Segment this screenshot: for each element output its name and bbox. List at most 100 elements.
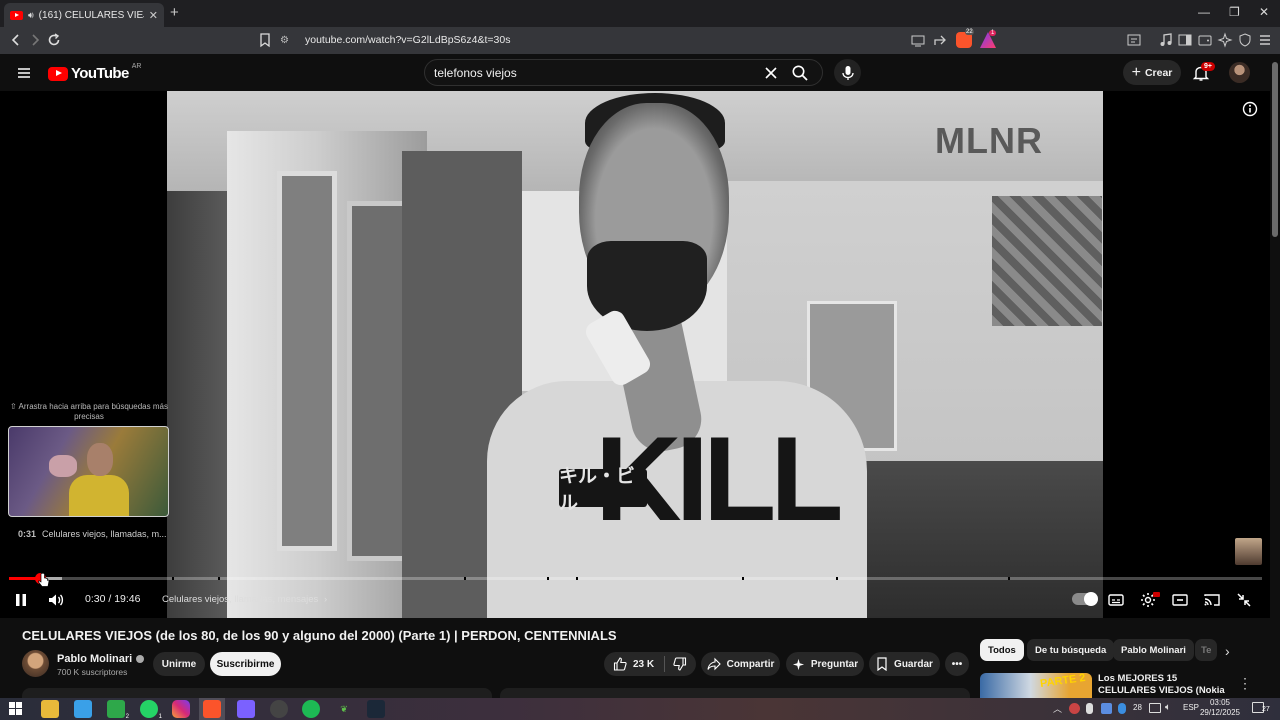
youtube-favicon-icon bbox=[10, 10, 23, 20]
chips-next-arrow-icon[interactable]: › bbox=[1225, 643, 1230, 659]
join-button[interactable]: Unirme bbox=[153, 652, 205, 676]
chapter-marker bbox=[172, 577, 174, 580]
create-button[interactable]: + Crear bbox=[1123, 60, 1181, 85]
dislike-icon[interactable] bbox=[673, 657, 687, 671]
media-icon[interactable] bbox=[1158, 32, 1174, 48]
tab-close-icon[interactable]: ✕ bbox=[149, 9, 158, 22]
time-total: 19:46 bbox=[114, 593, 141, 605]
more-actions-button[interactable]: ••• bbox=[945, 652, 969, 676]
clear-search-icon[interactable] bbox=[763, 65, 779, 81]
chip-from-search[interactable]: De tu búsqueda bbox=[1027, 639, 1115, 661]
account-avatar[interactable] bbox=[1229, 62, 1250, 83]
channel-avatar[interactable] bbox=[22, 650, 49, 677]
share-page-icon[interactable] bbox=[932, 32, 948, 48]
browser-tab-youtube[interactable]: 🔊︎ (161) CELULARES VIEJOS (de ✕ bbox=[4, 3, 164, 27]
gaming-app-icon[interactable] bbox=[237, 700, 255, 718]
reload-icon[interactable] bbox=[46, 32, 62, 48]
like-icon[interactable] bbox=[613, 657, 627, 671]
tray-steam-icon[interactable] bbox=[1101, 703, 1112, 714]
ask-button[interactable]: Preguntar bbox=[786, 652, 864, 676]
hamburger-menu-icon[interactable] bbox=[16, 65, 32, 81]
network-icon[interactable] bbox=[1149, 703, 1161, 713]
video-frame[interactable]: KILL キル・ビル bbox=[167, 91, 1103, 618]
search-input[interactable] bbox=[434, 65, 754, 81]
tray-mic-icon[interactable] bbox=[1086, 703, 1093, 714]
verified-badge-icon bbox=[136, 655, 145, 663]
clock-time: 03:05 bbox=[1209, 698, 1231, 707]
tray-expand-icon[interactable]: ︿ bbox=[1053, 702, 1062, 715]
recommendation-thumb-text: PARTE 2 bbox=[1039, 671, 1087, 691]
channel-name-link[interactable]: Pablo Molinari bbox=[57, 653, 145, 665]
close-window-button[interactable]: ✕ bbox=[1259, 5, 1269, 19]
chapter-arrow-icon: › bbox=[323, 594, 328, 605]
youtube-logo[interactable]: YouTube AR bbox=[48, 63, 141, 82]
subscribe-button[interactable]: Suscribirme bbox=[210, 652, 281, 676]
leaf-app-icon[interactable]: ❦ bbox=[335, 700, 353, 718]
channel-endcard-avatar[interactable] bbox=[1235, 538, 1262, 565]
bluetooth-icon[interactable] bbox=[1118, 703, 1126, 714]
cast-tab-icon[interactable] bbox=[910, 32, 926, 48]
chapter-title-button[interactable]: Celulares viejos, llamadas, mensajes › bbox=[162, 594, 327, 605]
spotify-icon[interactable] bbox=[302, 700, 320, 718]
wallet-icon[interactable] bbox=[1197, 32, 1213, 48]
back-icon[interactable] bbox=[8, 32, 24, 48]
speaker-icon[interactable]: 🔊︎ bbox=[28, 10, 34, 21]
obs-icon[interactable] bbox=[270, 700, 288, 718]
leo-ai-icon[interactable] bbox=[1217, 32, 1233, 48]
site-settings-icon[interactable]: ⚙︎ bbox=[280, 35, 294, 46]
chip-channel[interactable]: Pablo Molinari bbox=[1113, 639, 1194, 661]
new-tab-button[interactable]: + bbox=[170, 4, 179, 21]
system-clock[interactable]: 03:05 29/12/2025 bbox=[1196, 698, 1244, 718]
bookmark-icon[interactable] bbox=[257, 32, 273, 48]
store-icon[interactable] bbox=[74, 700, 92, 718]
subtitles-icon[interactable] bbox=[1107, 591, 1125, 609]
instagram-icon[interactable] bbox=[172, 700, 190, 718]
like-count[interactable]: 23 K bbox=[633, 659, 654, 670]
chip-truncated[interactable]: Te bbox=[1195, 639, 1217, 661]
scrollbar-thumb[interactable] bbox=[1272, 62, 1278, 237]
vpn-shield-icon[interactable] bbox=[1237, 32, 1253, 48]
pause-icon[interactable] bbox=[12, 591, 30, 609]
chapter-marker bbox=[547, 577, 549, 580]
progress-bar[interactable] bbox=[9, 577, 1262, 580]
time-current: 0:30 bbox=[85, 593, 106, 605]
minimize-button[interactable]: — bbox=[1198, 5, 1210, 19]
speaker-tray-icon[interactable]: 🔈︎ bbox=[1165, 702, 1171, 713]
chapter-marker bbox=[742, 577, 744, 580]
volume-icon[interactable] bbox=[47, 591, 65, 609]
description-panel[interactable] bbox=[22, 688, 492, 698]
brave-taskbar-icon[interactable] bbox=[203, 700, 221, 718]
xbox-icon[interactable]: 2 bbox=[107, 700, 129, 720]
recommendation-title[interactable]: Los MEJORES 15 CELULARES VIEJOS (Nokia 1… bbox=[1098, 673, 1226, 698]
channel-watermark[interactable]: MLNR bbox=[935, 120, 1043, 162]
address-bar[interactable]: ⚙︎ youtube.com/watch?v=G2lLdBpS6z4&t=30s bbox=[280, 30, 1000, 50]
seek-preview-thumbnail bbox=[8, 426, 169, 517]
miniplayer-icon[interactable] bbox=[1171, 591, 1189, 609]
info-icon[interactable] bbox=[1242, 101, 1258, 117]
search-icon[interactable] bbox=[791, 64, 809, 82]
whatsapp-icon[interactable]: 1 bbox=[140, 700, 162, 720]
autoplay-toggle[interactable] bbox=[1072, 592, 1098, 606]
forward-icon[interactable] bbox=[27, 32, 43, 48]
video-title: CELULARES VIEJOS (de los 80, de los 90 y… bbox=[22, 628, 617, 643]
recommendation-thumbnail[interactable]: PARTE 2 bbox=[980, 671, 1092, 698]
brave-shields-icon[interactable]: 22 bbox=[956, 29, 974, 48]
fullscreen-exit-icon[interactable] bbox=[1235, 591, 1253, 609]
recommendation-menu-icon[interactable]: ⋮ bbox=[1238, 675, 1252, 692]
voice-search-button[interactable] bbox=[834, 59, 861, 86]
save-button[interactable]: Guardar bbox=[869, 652, 940, 676]
steam-icon[interactable] bbox=[367, 700, 385, 718]
sidebar-icon[interactable] bbox=[1177, 32, 1193, 48]
chip-all[interactable]: Todos bbox=[980, 639, 1024, 661]
file-explorer-icon[interactable] bbox=[41, 700, 59, 718]
subscriber-count: 700 K suscriptores bbox=[57, 667, 128, 677]
share-button[interactable]: Compartir bbox=[701, 652, 780, 676]
browser-menu-icon[interactable] bbox=[1257, 32, 1273, 48]
windows-start-icon[interactable] bbox=[9, 702, 22, 715]
description-panel-right[interactable] bbox=[500, 688, 970, 698]
reader-mode-icon[interactable] bbox=[1126, 32, 1142, 48]
cast-icon[interactable] bbox=[1203, 591, 1221, 609]
search-box[interactable] bbox=[424, 59, 823, 86]
tray-app-icon[interactable] bbox=[1069, 703, 1080, 714]
maximize-button[interactable]: ❐ bbox=[1229, 5, 1240, 19]
